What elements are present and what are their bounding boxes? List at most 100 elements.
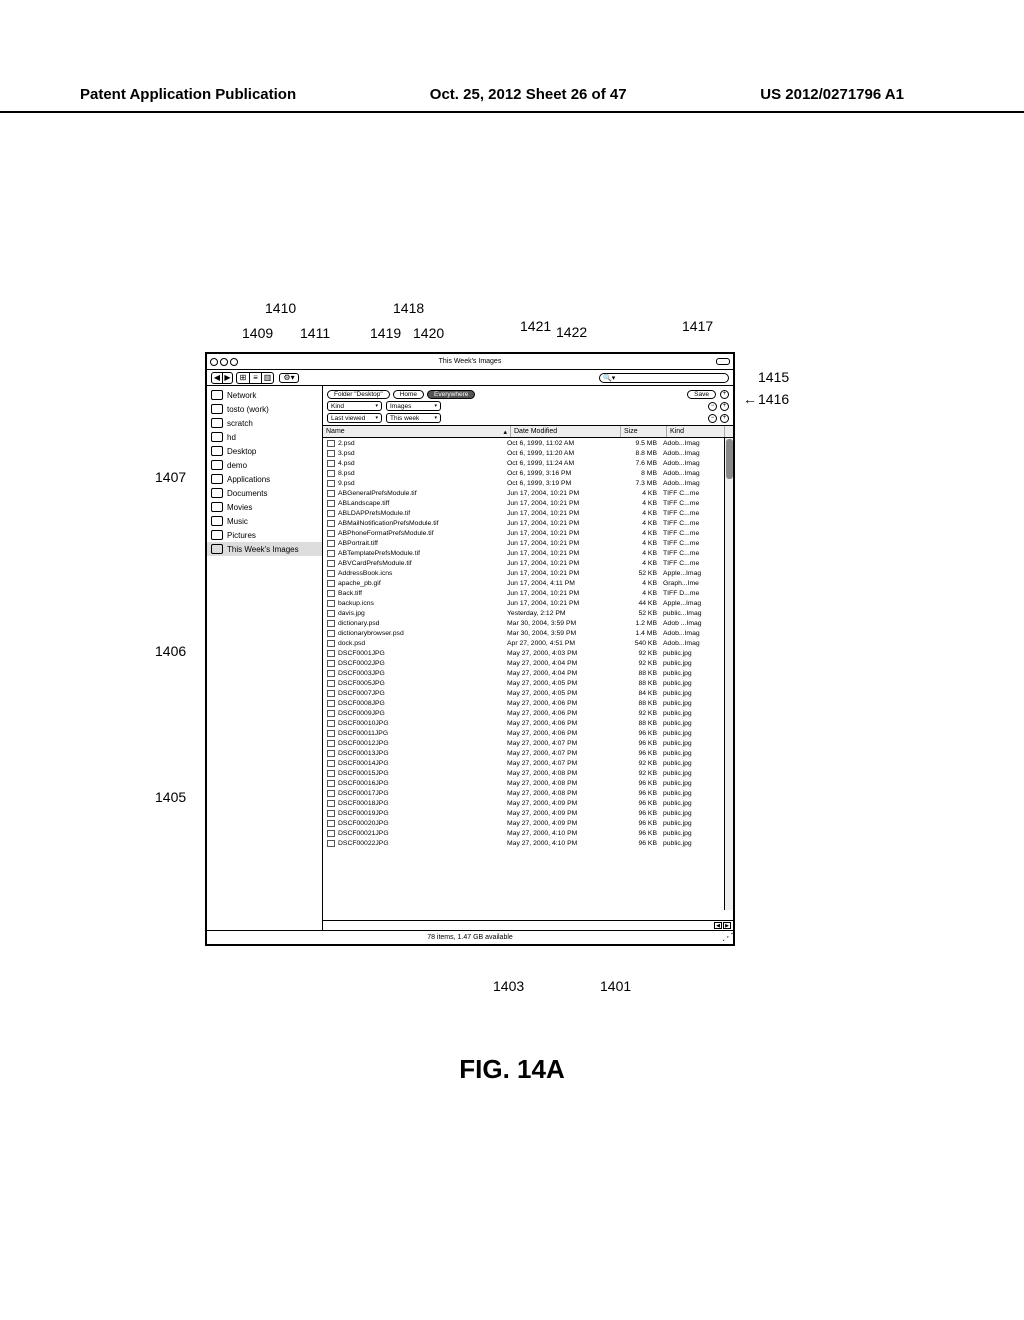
file-row[interactable]: DSCF0008JPGMay 27, 2000, 4:06 PM88 KBpub… <box>323 698 733 708</box>
sidebar-item-tosto-work-[interactable]: tosto (work) <box>207 402 322 416</box>
file-row[interactable]: 8.psdOct 6, 1999, 3:16 PM8 MBAdob...Imag <box>323 468 733 478</box>
file-row[interactable]: DSCF0005JPGMay 27, 2000, 4:05 PM88 KBpub… <box>323 678 733 688</box>
file-row[interactable]: DSCF00019JPGMay 27, 2000, 4:09 PM96 KBpu… <box>323 808 733 818</box>
file-row[interactable]: 2.psdOct 6, 1999, 11:02 AM9.5 MBAdob...I… <box>323 438 733 448</box>
file-row[interactable]: ABPortrait.tiffJun 17, 2004, 10:21 PM4 K… <box>323 538 733 548</box>
file-row[interactable]: ABMailNotificationPrefsModule.tifJun 17,… <box>323 518 733 528</box>
sidebar-item-scratch[interactable]: scratch <box>207 416 322 430</box>
file-row[interactable]: backup.icnsJun 17, 2004, 10:21 PM44 KBAp… <box>323 598 733 608</box>
file-row[interactable]: apache_pb.gifJun 17, 2004, 4:11 PM4 KBGr… <box>323 578 733 588</box>
scroll-right-icon[interactable]: ▶ <box>723 922 731 929</box>
file-row[interactable]: ABPhoneFormatPrefsModule.tifJun 17, 2004… <box>323 528 733 538</box>
file-row[interactable]: DSCF0003JPGMay 27, 2000, 4:04 PM88 KBpub… <box>323 668 733 678</box>
sidebar-item-label: Pictures <box>227 531 256 540</box>
file-row[interactable]: 9.psdOct 6, 1999, 3:19 PM7.3 MBAdob...Im… <box>323 478 733 488</box>
file-row[interactable]: ABTemplatePrefsModule.tifJun 17, 2004, 1… <box>323 548 733 558</box>
col-size[interactable]: Size <box>621 426 667 437</box>
column-view-button[interactable]: ▥ <box>261 373 273 383</box>
resize-grip-icon[interactable]: ⋰ <box>722 932 732 943</box>
sidebar-item-this-week-s-images[interactable]: This Week's Images <box>207 542 322 556</box>
zoom-icon[interactable] <box>230 358 238 366</box>
file-row[interactable]: AddressBook.icnsJun 17, 2004, 10:21 PM52… <box>323 568 733 578</box>
sidebar-item-applications[interactable]: Applications <box>207 472 322 486</box>
file-row[interactable]: dock.psdApr 27, 2000, 4:51 PM540 KBAdob.… <box>323 638 733 648</box>
scope-home[interactable]: Home <box>393 390 424 399</box>
file-row[interactable]: ABLDAPPrefsModule.tifJun 17, 2004, 10:21… <box>323 508 733 518</box>
sidebar-item-movies[interactable]: Movies <box>207 500 322 514</box>
remove-criteria-icon[interactable]: − <box>708 414 717 423</box>
file-row[interactable]: DSCF00021JPGMay 27, 2000, 4:10 PM96 KBpu… <box>323 828 733 838</box>
file-row[interactable]: DSCF00012JPGMay 27, 2000, 4:07 PM96 KBpu… <box>323 738 733 748</box>
file-row[interactable]: DSCF00011JPGMay 27, 2000, 4:06 PM96 KBpu… <box>323 728 733 738</box>
col-date[interactable]: Date Modified <box>511 426 621 437</box>
scope-folder-desktop-[interactable]: Folder "Desktop" <box>327 390 390 399</box>
search-input[interactable]: 🔍▾ <box>599 373 729 383</box>
main-panel: Folder "Desktop"HomeEverywhere Save + Ki… <box>323 386 733 930</box>
file-row[interactable]: DSCF0002JPGMay 27, 2000, 4:04 PM92 KBpub… <box>323 658 733 668</box>
file-row[interactable]: ABGeneralPrefsModule.tifJun 17, 2004, 10… <box>323 488 733 498</box>
criteria-value-select[interactable]: Images <box>386 401 441 411</box>
criteria-value-select[interactable]: This week <box>386 413 441 423</box>
app-icon <box>211 474 223 484</box>
criteria-attr-select[interactable]: Last viewed <box>327 413 382 423</box>
file-icon <box>327 460 335 467</box>
file-row[interactable]: DSCF00022JPGMay 27, 2000, 4:10 PM96 KBpu… <box>323 838 733 848</box>
add-search-icon[interactable]: + <box>720 390 729 399</box>
criteria-attr-select[interactable]: Kind <box>327 401 382 411</box>
save-button[interactable]: Save <box>687 390 716 399</box>
file-row[interactable]: dictionary.psdMar 30, 2004, 3:59 PM1.2 M… <box>323 618 733 628</box>
scroll-left-icon[interactable]: ◀ <box>714 922 722 929</box>
file-row[interactable]: Back.tiffJun 17, 2004, 10:21 PM4 KBTIFF … <box>323 588 733 598</box>
add-criteria-icon[interactable]: + <box>720 402 729 411</box>
file-row[interactable]: ABLandscape.tiffJun 17, 2004, 10:21 PM4 … <box>323 498 733 508</box>
file-row[interactable]: DSCF0007JPGMay 27, 2000, 4:05 PM84 KBpub… <box>323 688 733 698</box>
close-icon[interactable] <box>210 358 218 366</box>
file-icon <box>327 600 335 607</box>
file-row[interactable]: DSCF00015JPGMay 27, 2000, 4:08 PM92 KBpu… <box>323 768 733 778</box>
file-row[interactable]: DSCF0001JPGMay 27, 2000, 4:03 PM92 KBpub… <box>323 648 733 658</box>
action-menu-button[interactable]: ⚙▾ <box>279 373 299 383</box>
sidebar-item-network[interactable]: Network <box>207 388 322 402</box>
callout-1419: 1419 <box>370 325 401 341</box>
minimize-icon[interactable] <box>220 358 228 366</box>
file-row[interactable]: DSCF00016JPGMay 27, 2000, 4:08 PM96 KBpu… <box>323 778 733 788</box>
file-row[interactable]: 4.psdOct 6, 1999, 11:24 AM7.6 MBAdob...I… <box>323 458 733 468</box>
file-icon <box>327 550 335 557</box>
file-row[interactable]: 3.psdOct 6, 1999, 11:20 AM8.8 MBAdob...I… <box>323 448 733 458</box>
toolbar-toggle-icon[interactable] <box>716 358 730 365</box>
titlebar[interactable]: This Week's Images <box>207 354 733 370</box>
file-row[interactable]: DSCF00014JPGMay 27, 2000, 4:07 PM92 KBpu… <box>323 758 733 768</box>
icon-view-button[interactable]: ⊞ <box>237 373 249 383</box>
back-button[interactable]: ◀ <box>212 373 222 383</box>
file-row[interactable]: DSCF00020JPGMay 27, 2000, 4:09 PM96 KBpu… <box>323 818 733 828</box>
file-list[interactable]: 2.psdOct 6, 1999, 11:02 AM9.5 MBAdob...I… <box>323 438 733 920</box>
list-view-button[interactable]: ≡ <box>249 373 261 383</box>
file-icon <box>327 800 335 807</box>
horizontal-scrollbar[interactable]: ◀ ▶ <box>323 920 733 930</box>
file-row[interactable]: ABVCardPrefsModule.tifJun 17, 2004, 10:2… <box>323 558 733 568</box>
file-row[interactable]: DSCF0009JPGMay 27, 2000, 4:06 PM92 KBpub… <box>323 708 733 718</box>
file-row[interactable]: DSCF00017JPGMay 27, 2000, 4:08 PM96 KBpu… <box>323 788 733 798</box>
file-icon <box>327 730 335 737</box>
sidebar-item-desktop[interactable]: Desktop <box>207 444 322 458</box>
col-name[interactable]: Name▴ <box>323 426 511 437</box>
sidebar-item-music[interactable]: Music <box>207 514 322 528</box>
file-row[interactable]: DSCF00010JPGMay 27, 2000, 4:06 PM88 KBpu… <box>323 718 733 728</box>
callout-1418: 1418 <box>393 300 424 316</box>
file-row[interactable]: DSCF00013JPGMay 27, 2000, 4:07 PM96 KBpu… <box>323 748 733 758</box>
file-row[interactable]: davis.jpgYesterday, 2:12 PM52 KBpublic..… <box>323 608 733 618</box>
scope-everywhere[interactable]: Everywhere <box>427 390 475 399</box>
sidebar-item-pictures[interactable]: Pictures <box>207 528 322 542</box>
sidebar-item-documents[interactable]: Documents <box>207 486 322 500</box>
forward-button[interactable]: ▶ <box>222 373 232 383</box>
file-row[interactable]: dictionarybrowser.psdMar 30, 2004, 3:59 … <box>323 628 733 638</box>
col-kind[interactable]: Kind <box>667 426 725 437</box>
vertical-scrollbar[interactable] <box>724 438 733 910</box>
sidebar-item-demo[interactable]: demo <box>207 458 322 472</box>
sidebar-item-hd[interactable]: hd <box>207 430 322 444</box>
remove-criteria-icon[interactable]: − <box>708 402 717 411</box>
scroll-thumb[interactable] <box>726 439 733 479</box>
add-criteria-icon[interactable]: + <box>720 414 729 423</box>
addrem-row3: − + <box>708 414 729 423</box>
file-row[interactable]: DSCF00018JPGMay 27, 2000, 4:09 PM96 KBpu… <box>323 798 733 808</box>
